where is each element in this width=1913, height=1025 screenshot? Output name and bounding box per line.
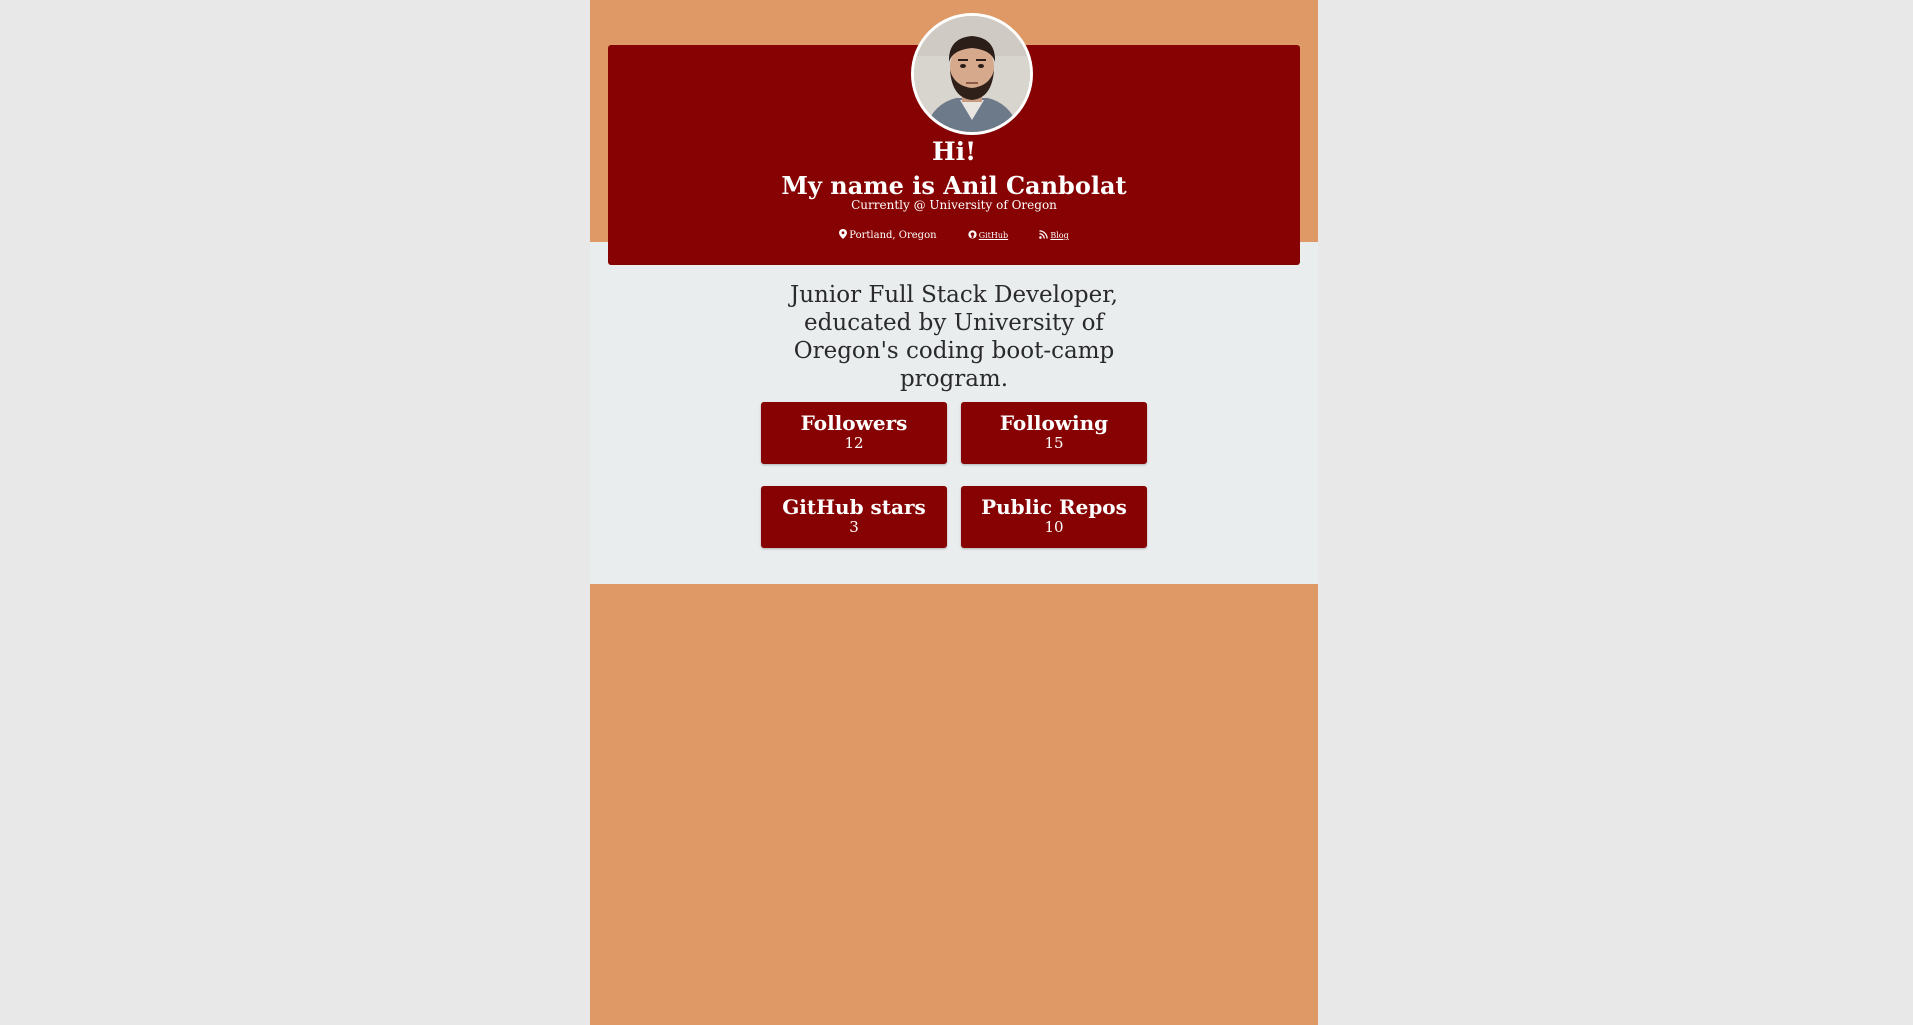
github-stars-label: GitHub stars	[782, 495, 926, 519]
location-text: Portland, Oregon	[849, 230, 937, 241]
blog-item[interactable]: Blog	[1039, 229, 1069, 243]
following-card: Following 15	[961, 402, 1147, 464]
profile-photo-icon	[914, 16, 1030, 132]
rss-icon	[1039, 230, 1049, 239]
public-repos-count: 10	[1044, 518, 1064, 536]
followers-label: Followers	[800, 411, 908, 435]
map-pin-icon	[839, 229, 848, 239]
greeting-heading: Hi!	[931, 137, 977, 166]
github-item[interactable]: GitHub	[968, 229, 1008, 243]
github-stars-count: 3	[849, 518, 859, 536]
public-repos-card: Public Repos 10	[961, 486, 1147, 548]
github-link[interactable]: GitHub	[979, 231, 1008, 240]
profile-links: Portland, Oregon GitHub Blog	[608, 229, 1300, 244]
github-icon	[968, 230, 977, 239]
bio-text: Junior Full Stack Developer, educated by…	[790, 282, 1118, 392]
github-stars-card: GitHub stars 3	[761, 486, 947, 548]
avatar	[911, 13, 1033, 135]
current-affiliation: Currently @ University of Oregon	[851, 198, 1057, 212]
following-label: Following	[999, 411, 1109, 435]
location-item: Portland, Oregon	[839, 229, 937, 243]
public-repos-label: Public Repos	[981, 495, 1127, 519]
profile-header-card: Hi! My name is Anil Canbolat Currently @…	[608, 13, 1300, 265]
page-container: Hi! My name is Anil Canbolat Currently @…	[590, 0, 1318, 1025]
blog-link[interactable]: Blog	[1050, 231, 1068, 240]
followers-count: 12	[844, 434, 864, 452]
followers-card: Followers 12	[761, 402, 947, 464]
following-count: 15	[1044, 434, 1064, 452]
